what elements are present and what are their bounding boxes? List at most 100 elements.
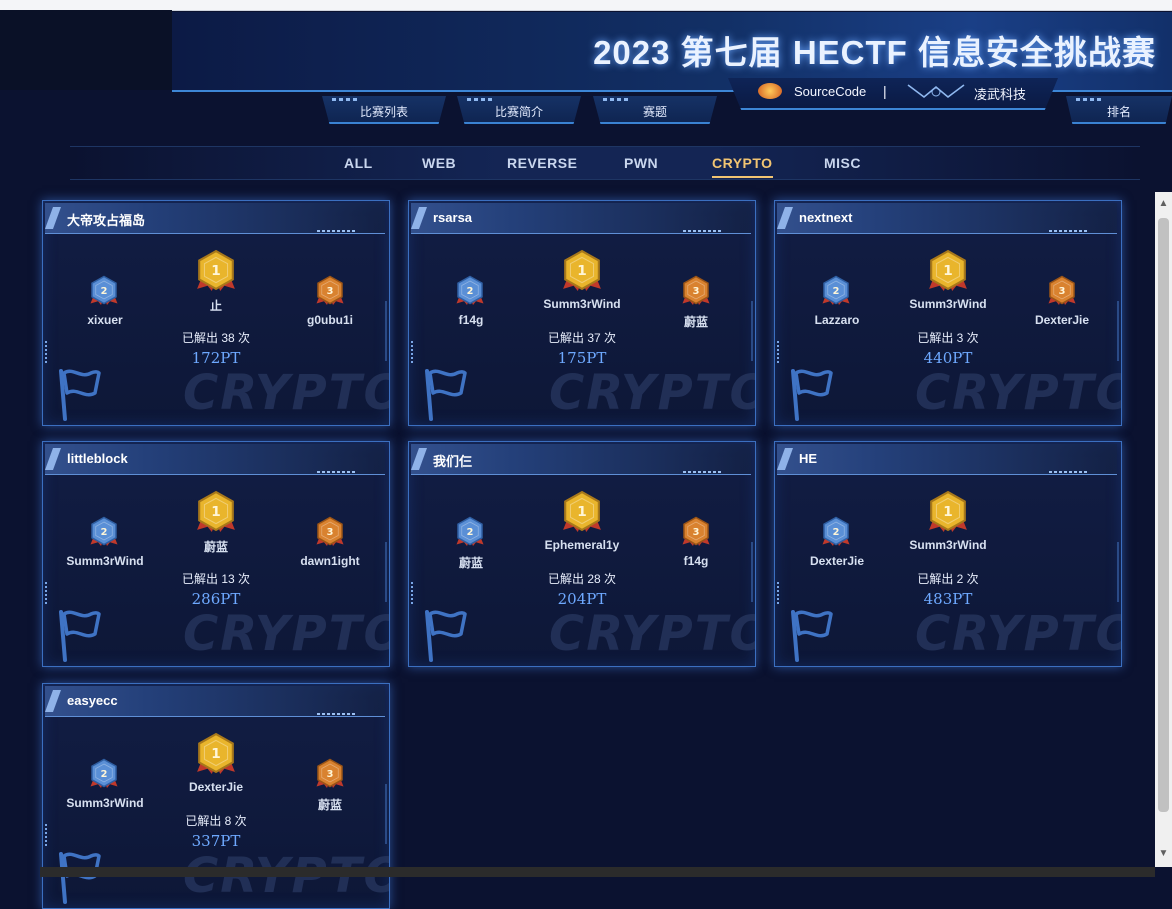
flag-icon: [425, 610, 467, 662]
challenge-card[interactable]: rsarsa 1 2 3 Summ3rWind f14g 蔚蓝 已解出 37 次 175PT CR…: [408, 200, 756, 426]
second-blood-player: Summ3rWind: [66, 554, 144, 568]
lingwu-logo-icon: [907, 84, 965, 99]
svg-text:3: 3: [693, 527, 700, 538]
sponsor-lingwu: 凌武科技: [974, 87, 1027, 102]
nav-tab-label: 比赛简介: [494, 105, 543, 119]
challenge-card[interactable]: littleblock 1 2 3 蔚蓝 Summ3rWind dawn1ight 已解出 1…: [42, 441, 390, 667]
nav-tab-challenges[interactable]: 赛题: [593, 96, 717, 124]
card-header: littleblock: [44, 444, 385, 475]
third-blood-player: f14g: [683, 554, 709, 568]
category-watermark: CRYPTO: [915, 606, 1122, 662]
challenge-title: 大帝攻占福岛: [67, 213, 146, 228]
horizontal-scrollbar[interactable]: [40, 867, 1155, 877]
silver-medal-icon: 2: [89, 275, 119, 307]
challenge-title: rsarsa: [433, 210, 473, 225]
third-blood-player: dawn1ight: [300, 554, 360, 568]
bronze-medal-icon: 3: [1047, 275, 1077, 307]
nav-tab-match-intro[interactable]: 比赛简介: [457, 96, 581, 124]
flag-icon: [791, 369, 833, 421]
category-filter-bar: ALL WEB REVERSE PWN CRYPTO MISC: [70, 146, 1140, 180]
challenge-card[interactable]: 大帝攻占福岛 1 2 3 止 xixuer g0ubu1i 已解出 38 次 172PT CRYP…: [42, 200, 390, 426]
third-blood-player: g0ubu1i: [306, 313, 353, 327]
nav-tab-label: 排名: [1106, 105, 1131, 119]
header-slash-icon: [410, 448, 428, 470]
first-blood-player: Ephemeral1y: [544, 538, 620, 552]
svg-text:2: 2: [833, 527, 840, 538]
svg-text:2: 2: [833, 286, 840, 297]
solve-count: 已解出 28 次: [547, 572, 617, 586]
category-crypto[interactable]: CRYPTO: [712, 155, 773, 178]
sourcecode-logo-icon: [758, 83, 782, 99]
challenge-title: HE: [799, 451, 818, 466]
category-web[interactable]: WEB: [422, 155, 456, 171]
first-blood-player: 止: [209, 299, 222, 313]
svg-text:2: 2: [467, 527, 474, 538]
flag-icon: [791, 610, 833, 662]
category-misc[interactable]: MISC: [824, 155, 861, 171]
bronze-medal-icon: 3: [681, 275, 711, 307]
nav-tab-label: 赛题: [642, 105, 667, 119]
svg-text:3: 3: [327, 286, 334, 297]
svg-text:1: 1: [211, 504, 220, 520]
gold-medal-icon: 1: [195, 490, 237, 534]
category-watermark: CRYPTO: [549, 365, 756, 421]
gold-medal-icon: 1: [195, 732, 237, 776]
header-left-spacer: [0, 10, 172, 90]
silver-medal-icon: 2: [821, 516, 851, 548]
header-slash-icon: [410, 207, 428, 229]
second-blood-player: Summ3rWind: [66, 796, 144, 810]
second-blood-player: xixuer: [87, 313, 123, 327]
second-blood-player: 蔚蓝: [458, 556, 483, 570]
category-pwn[interactable]: PWN: [624, 155, 658, 171]
solve-count: 已解出 38 次: [181, 331, 251, 345]
challenge-card[interactable]: HE 1 2 Summ3rWind DexterJie 已解出 2 次 483PT CRYPT…: [774, 441, 1122, 667]
header-slash-icon: [44, 207, 62, 229]
category-watermark: CRYPTO: [183, 606, 390, 662]
sponsor-bar: SourceCode | 凌武科技: [728, 78, 1058, 110]
flag-icon: [59, 369, 101, 421]
svg-text:1: 1: [577, 504, 586, 520]
card-header: nextnext: [776, 203, 1117, 234]
svg-text:1: 1: [211, 263, 220, 279]
solve-count: 已解出 13 次: [181, 572, 251, 586]
first-blood-player: Summ3rWind: [543, 297, 621, 311]
challenge-card[interactable]: 我们仨 1 2 3 Ephemeral1y 蔚蓝 f14g 已解出 28 次 204PT CRYP…: [408, 441, 756, 667]
challenge-title: littleblock: [67, 451, 128, 466]
challenge-title: 我们仨: [433, 454, 473, 469]
third-blood-player: 蔚蓝: [317, 798, 342, 812]
category-all[interactable]: ALL: [344, 155, 373, 171]
svg-text:1: 1: [943, 504, 952, 520]
first-blood-player: 蔚蓝: [203, 540, 228, 554]
card-header: HE: [776, 444, 1117, 475]
category-watermark: CRYPTO: [183, 365, 390, 421]
page-title: 2023 第七届 HECTF 信息安全挑战赛: [593, 34, 1156, 71]
nav-tab-ranking[interactable]: 排名: [1066, 96, 1172, 124]
vertical-scrollbar[interactable]: ▲ ▼: [1155, 192, 1172, 867]
solve-count: 已解出 37 次: [547, 331, 617, 345]
first-blood-player: DexterJie: [188, 780, 244, 794]
nav-tab-match-list[interactable]: 比赛列表: [322, 96, 446, 124]
solve-count: 已解出 2 次: [917, 572, 979, 586]
silver-medal-icon: 2: [455, 275, 485, 307]
silver-medal-icon: 2: [821, 275, 851, 307]
svg-text:3: 3: [327, 527, 334, 538]
bronze-medal-icon: 3: [315, 516, 345, 548]
challenge-card[interactable]: nextnext 1 2 3 Summ3rWind Lazzaro DexterJie 已解出…: [774, 200, 1122, 426]
nav-tab-label: 比赛列表: [359, 105, 408, 119]
silver-medal-icon: 2: [89, 516, 119, 548]
sponsor-separator: |: [883, 83, 887, 99]
flag-icon: [59, 610, 101, 662]
first-blood-player: Summ3rWind: [909, 297, 987, 311]
scroll-thumb[interactable]: [1158, 218, 1169, 812]
header-slash-icon: [44, 690, 62, 712]
category-reverse[interactable]: REVERSE: [507, 155, 577, 171]
scroll-down-arrow-icon[interactable]: ▼: [1158, 848, 1169, 860]
first-blood-player: Summ3rWind: [909, 538, 987, 552]
card-header: easyecc: [44, 686, 385, 717]
third-blood-player: DexterJie: [1034, 313, 1090, 327]
scroll-up-arrow-icon[interactable]: ▲: [1158, 198, 1169, 210]
card-header: 大帝攻占福岛: [44, 203, 385, 234]
svg-text:2: 2: [101, 527, 108, 538]
third-blood-player: 蔚蓝: [683, 315, 708, 329]
header-slash-icon: [776, 207, 794, 229]
